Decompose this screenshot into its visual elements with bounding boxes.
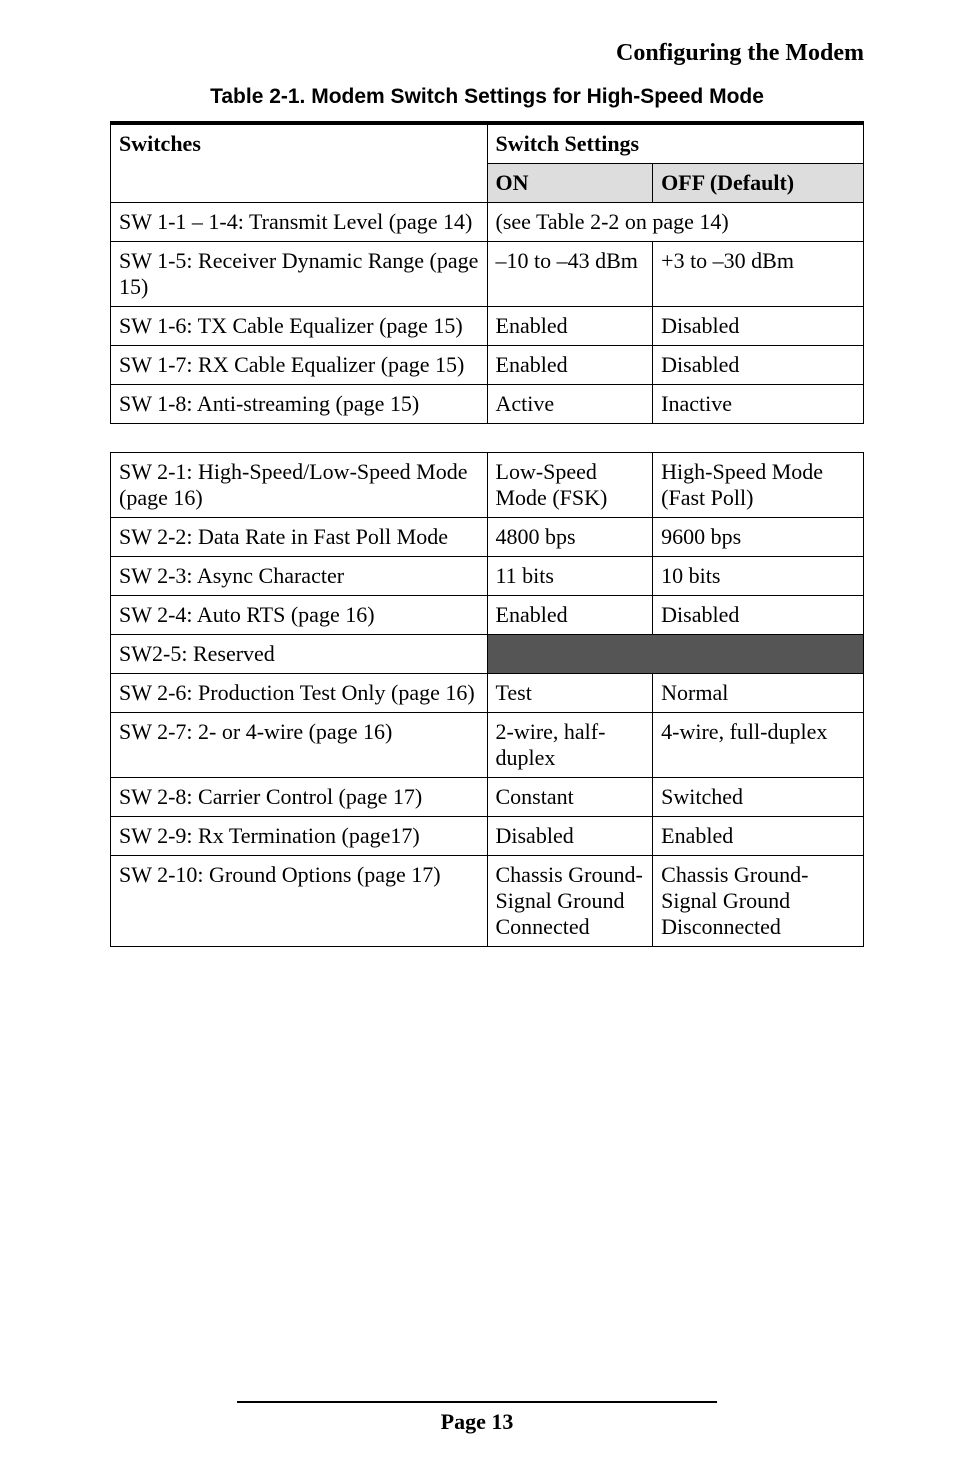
table-row: SW 1-5: Receiver Dynamic Range (page 15)… bbox=[111, 242, 864, 307]
switch-label: SW2-5: Reserved bbox=[111, 635, 488, 674]
switch-off-value: Disabled bbox=[653, 307, 864, 346]
col-header-switches: Switches bbox=[111, 123, 488, 203]
switch-label: SW 2-10: Ground Options (page 17) bbox=[111, 856, 488, 947]
page: Configuring the Modem Table 2-1. Modem S… bbox=[0, 0, 954, 1475]
switch-off-value: Enabled bbox=[653, 817, 864, 856]
page-title: Configuring the Modem bbox=[110, 40, 864, 67]
switch-label: SW 2-8: Carrier Control (page 17) bbox=[111, 778, 488, 817]
table-row: SW2-5: Reserved bbox=[111, 635, 864, 674]
switch-off-value: +3 to –30 dBm bbox=[653, 242, 864, 307]
table-2: SW 2-1: High-Speed/Low-Speed Mode (page … bbox=[110, 452, 864, 947]
table-row: SW 1-1 – 1-4: Transmit Level (page 14) (… bbox=[111, 203, 864, 242]
table-caption: Table 2-1. Modem Switch Settings for Hig… bbox=[110, 85, 864, 109]
switch-on-value: Disabled bbox=[487, 817, 653, 856]
switch-label: SW 1-5: Receiver Dynamic Range (page 15) bbox=[111, 242, 488, 307]
switch-on-value: Enabled bbox=[487, 346, 653, 385]
page-number: Page 13 bbox=[441, 1409, 514, 1434]
switch-off-value: Disabled bbox=[653, 346, 864, 385]
switch-on-value: 11 bits bbox=[487, 557, 653, 596]
switch-on-value: Active bbox=[487, 385, 653, 424]
table-row: SW 2-8: Carrier Control (page 17) Consta… bbox=[111, 778, 864, 817]
table-gap bbox=[110, 424, 864, 452]
table-row: SW 2-2: Data Rate in Fast Poll Mode 4800… bbox=[111, 518, 864, 557]
switch-off-value: Chassis Ground-Signal Ground Disconnecte… bbox=[653, 856, 864, 947]
switch-label: SW 1-1 – 1-4: Transmit Level (page 14) bbox=[111, 203, 488, 242]
switch-label: SW 2-7: 2- or 4-wire (page 16) bbox=[111, 713, 488, 778]
table-row: SW 2-9: Rx Termination (page17) Disabled… bbox=[111, 817, 864, 856]
switch-off-value: Switched bbox=[653, 778, 864, 817]
table-row: SW 2-4: Auto RTS (page 16) Enabled Disab… bbox=[111, 596, 864, 635]
switch-on-value: 2-wire, half-duplex bbox=[487, 713, 653, 778]
switch-on-value: Low-Speed Mode (FSK) bbox=[487, 453, 653, 518]
switch-label: SW 2-1: High-Speed/Low-Speed Mode (page … bbox=[111, 453, 488, 518]
table-row: SW 2-1: High-Speed/Low-Speed Mode (page … bbox=[111, 453, 864, 518]
table-1: Switches Switch Settings ON OFF (Default… bbox=[110, 121, 864, 424]
switch-off-value: Inactive bbox=[653, 385, 864, 424]
table-row: SW 1-7: RX Cable Equalizer (page 15) Ena… bbox=[111, 346, 864, 385]
switch-off-value: 4-wire, full-duplex bbox=[653, 713, 864, 778]
switch-on-value: Enabled bbox=[487, 596, 653, 635]
switch-label: SW 1-8: Anti-streaming (page 15) bbox=[111, 385, 488, 424]
table-row: SW 2-6: Production Test Only (page 16) T… bbox=[111, 674, 864, 713]
switch-label: SW 1-7: RX Cable Equalizer (page 15) bbox=[111, 346, 488, 385]
switch-off-value: Normal bbox=[653, 674, 864, 713]
table-row: SW 2-3: Async Character 11 bits 10 bits bbox=[111, 557, 864, 596]
col-header-settings: Switch Settings bbox=[487, 123, 864, 164]
page-footer: Page 13 bbox=[0, 1395, 954, 1435]
switch-on-value: –10 to –43 dBm bbox=[487, 242, 653, 307]
switch-off-value: High-Speed Mode (Fast Poll) bbox=[653, 453, 864, 518]
col-header-on: ON bbox=[487, 164, 653, 203]
col-header-off: OFF (Default) bbox=[653, 164, 864, 203]
switch-on-value: Test bbox=[487, 674, 653, 713]
table-row: SW 1-8: Anti-streaming (page 15) Active … bbox=[111, 385, 864, 424]
switch-on-value: Constant bbox=[487, 778, 653, 817]
switch-on-value: Enabled bbox=[487, 307, 653, 346]
reserved-cell bbox=[487, 635, 864, 674]
table-header-row: Switches Switch Settings bbox=[111, 123, 864, 164]
switch-off-value: 9600 bps bbox=[653, 518, 864, 557]
switch-label: SW 2-2: Data Rate in Fast Poll Mode bbox=[111, 518, 488, 557]
footer-rule bbox=[237, 1401, 717, 1403]
table-row: SW 1-6: TX Cable Equalizer (page 15) Ena… bbox=[111, 307, 864, 346]
switch-label: SW 1-6: TX Cable Equalizer (page 15) bbox=[111, 307, 488, 346]
switch-on-value: Chassis Ground-Signal Ground Connected bbox=[487, 856, 653, 947]
switch-label: SW 2-6: Production Test Only (page 16) bbox=[111, 674, 488, 713]
switch-span-value: (see Table 2-2 on page 14) bbox=[487, 203, 864, 242]
switch-label: SW 2-4: Auto RTS (page 16) bbox=[111, 596, 488, 635]
switch-label: SW 2-3: Async Character bbox=[111, 557, 488, 596]
table-row: SW 2-7: 2- or 4-wire (page 16) 2-wire, h… bbox=[111, 713, 864, 778]
switch-label: SW 2-9: Rx Termination (page17) bbox=[111, 817, 488, 856]
table-row: SW 2-10: Ground Options (page 17) Chassi… bbox=[111, 856, 864, 947]
switch-on-value: 4800 bps bbox=[487, 518, 653, 557]
switch-off-value: Disabled bbox=[653, 596, 864, 635]
switch-off-value: 10 bits bbox=[653, 557, 864, 596]
